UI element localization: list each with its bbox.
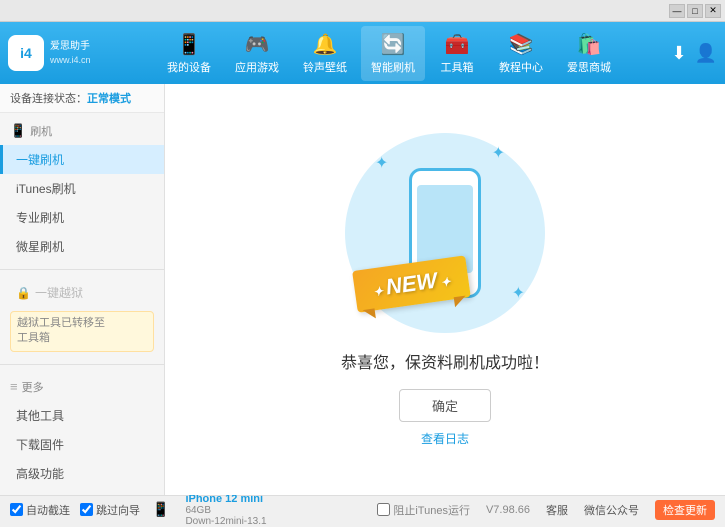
version-text: V7.98.66 <box>486 504 530 516</box>
confirm-button[interactable]: 确定 <box>399 389 491 422</box>
stop-itunes: 阻止iTunes运行 <box>377 502 470 518</box>
sidebar-item-jailbreak: 🔒 一键越狱 <box>0 278 164 307</box>
view-log-link[interactable]: 查看日志 <box>421 430 469 447</box>
lock-icon: 🔒 <box>16 286 31 300</box>
auto-connect-checkbox[interactable] <box>10 503 23 516</box>
nav-store[interactable]: 🛍️ 爱思商城 <box>557 26 621 81</box>
smart-flash-icon: 🔄 <box>381 32 406 57</box>
ringtone-icon: 🔔 <box>313 32 338 57</box>
main-area: 设备连接状态：正常模式 📱 刷机 一键刷机 iTunes刷机 专业刷机 微星刷机… <box>0 84 725 495</box>
minimize-button[interactable]: — <box>669 4 685 18</box>
close-button[interactable]: ✕ <box>705 4 721 18</box>
bottom-right: 阻止iTunes运行 V7.98.66 客服 微信公众号 检查更新 <box>377 500 715 520</box>
maximize-button[interactable]: □ <box>687 4 703 18</box>
user-nav-button[interactable]: 👤 <box>695 43 717 64</box>
content-area: ✦ ✦ ✦ ✦ NEW ✦ 恭喜您，保资料刷机成功啦！ 确定 <box>165 84 725 495</box>
nav-tutorial[interactable]: 📚 教程中心 <box>489 26 553 81</box>
sparkle-icon-1: ✦ <box>375 153 388 173</box>
title-bar: — □ ✕ <box>0 0 725 22</box>
logo-text: 爱思助手 www.i4.cn <box>50 40 91 67</box>
check-update-button[interactable]: 检查更新 <box>655 500 715 520</box>
sidebar-item-one-click[interactable]: 一键刷机 <box>0 145 164 174</box>
sidebar-flash-header: 📱 刷机 <box>0 117 164 145</box>
auto-connect-label[interactable]: 自动截连 <box>10 502 70 518</box>
sidebar-more-header: ≡ 更多 <box>0 373 164 401</box>
status-bar: 设备连接状态：正常模式 <box>0 84 164 113</box>
guide-checkbox[interactable] <box>80 503 93 516</box>
sidebar-more-section: ≡ 更多 其他工具 下载固件 高级功能 <box>0 369 164 492</box>
sidebar-divider-2 <box>0 364 164 365</box>
sidebar-item-itunes[interactable]: iTunes刷机 <box>0 174 164 203</box>
device-icon: 📱 <box>152 501 169 518</box>
flash-group-icon: 📱 <box>10 123 26 139</box>
sidebar-item-micro-flash[interactable]: 微星刷机 <box>0 232 164 261</box>
bottom-bar: 自动截连 跳过向导 📱 iPhone 12 mini 64GB Down-12m… <box>0 495 725 523</box>
sidebar-item-other-tools[interactable]: 其他工具 <box>0 401 164 430</box>
sidebar-notice: 越狱工具已转移至工具箱 <box>10 311 154 352</box>
more-group-icon: ≡ <box>10 379 18 394</box>
sidebar: 设备连接状态：正常模式 📱 刷机 一键刷机 iTunes刷机 专业刷机 微星刷机… <box>0 84 165 495</box>
logo-icon: i4 <box>8 35 44 71</box>
device-info: iPhone 12 mini 64GB Down-12mini-13.1 <box>185 493 266 527</box>
nav-my-device[interactable]: 📱 我的设备 <box>157 26 221 81</box>
nav-toolbox[interactable]: 🧰 工具箱 <box>429 26 485 81</box>
nav-bar: i4 爱思助手 www.i4.cn 📱 我的设备 🎮 应用游戏 🔔 铃声壁纸 🔄… <box>0 22 725 84</box>
store-icon: 🛍️ <box>577 32 602 57</box>
sidebar-flash-section: 📱 刷机 一键刷机 iTunes刷机 专业刷机 微星刷机 <box>0 113 164 265</box>
app-games-icon: 🎮 <box>245 32 270 57</box>
sidebar-item-pro-flash[interactable]: 专业刷机 <box>0 203 164 232</box>
nav-app-games[interactable]: 🎮 应用游戏 <box>225 26 289 81</box>
sidebar-item-download-fw[interactable]: 下载固件 <box>0 430 164 459</box>
sidebar-item-advanced[interactable]: 高级功能 <box>0 459 164 488</box>
nav-right: ⬇ 👤 <box>671 43 717 64</box>
nav-ringtone[interactable]: 🔔 铃声壁纸 <box>293 26 357 81</box>
sidebar-jailbreak-section: 🔒 一键越狱 越狱工具已转移至工具箱 <box>0 274 164 360</box>
download-nav-button[interactable]: ⬇ <box>671 43 686 64</box>
wechat-link[interactable]: 微信公众号 <box>584 502 639 518</box>
sparkle-icon-2: ✦ <box>492 143 505 163</box>
app-logo: i4 爱思助手 www.i4.cn <box>8 35 91 71</box>
guide-label[interactable]: 跳过向导 <box>80 502 140 518</box>
my-device-icon: 📱 <box>177 32 202 57</box>
success-text: 恭喜您，保资料刷机成功啦！ <box>341 349 549 373</box>
sparkle-icon-3: ✦ <box>512 283 525 303</box>
phone-illustration: ✦ ✦ ✦ ✦ NEW ✦ <box>345 133 545 333</box>
nav-smart-flash[interactable]: 🔄 智能刷机 <box>361 26 425 81</box>
device-info-section: 📱 iPhone 12 mini 64GB Down-12mini-13.1 <box>152 493 267 527</box>
nav-items: 📱 我的设备 🎮 应用游戏 🔔 铃声壁纸 🔄 智能刷机 🧰 工具箱 📚 教程中心… <box>107 26 672 81</box>
stop-itunes-checkbox[interactable] <box>377 503 390 516</box>
sidebar-divider-1 <box>0 269 164 270</box>
customer-service-link[interactable]: 客服 <box>546 502 568 518</box>
tutorial-icon: 📚 <box>509 32 534 57</box>
toolbox-icon: 🧰 <box>445 32 470 57</box>
bottom-left: 自动截连 跳过向导 <box>10 502 140 518</box>
